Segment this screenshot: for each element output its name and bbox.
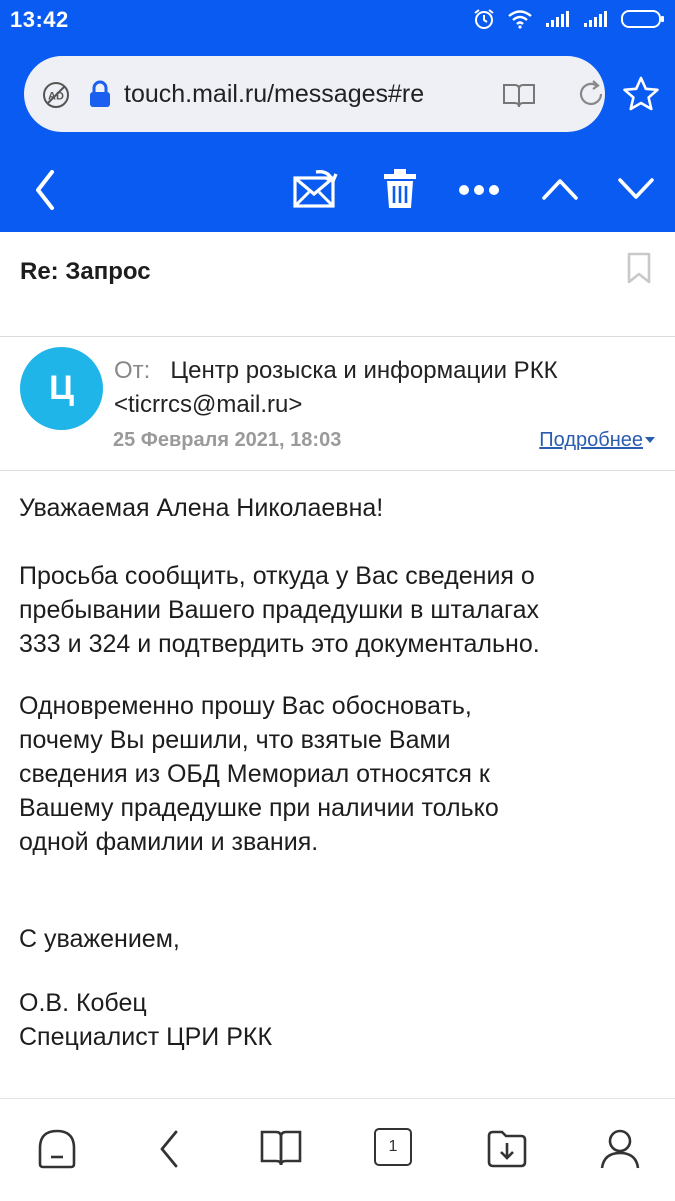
profile-icon[interactable] (598, 1128, 642, 1170)
from-label: От: (114, 357, 151, 384)
subject-row: Re: Запрос (0, 232, 675, 337)
address-bar[interactable]: AD touch.mail.ru/messages#re (24, 56, 605, 132)
signature-title: Специалист ЦРИ РКК (19, 1023, 273, 1051)
body-paragraph: Одновременно прошу Вас обосновать, почем… (19, 692, 499, 856)
signature-name: О.В. Кобец (19, 989, 147, 1017)
chevron-down-icon[interactable] (645, 437, 655, 443)
message-subject: Re: Запрос (20, 258, 151, 285)
lock-icon (90, 80, 110, 107)
next-icon[interactable] (616, 176, 656, 202)
body-closing: С уважением, (19, 925, 180, 953)
alarm-icon (474, 9, 494, 29)
more-icon[interactable] (458, 184, 500, 196)
reload-icon[interactable] (576, 79, 606, 109)
move-to-spam-icon[interactable] (292, 168, 340, 210)
previous-icon[interactable] (540, 176, 580, 202)
bookmarks-icon[interactable] (260, 1128, 302, 1168)
avatar: Ц (20, 347, 103, 430)
url-text[interactable]: touch.mail.ru/messages#re (124, 80, 469, 109)
body-greeting: Уважаемая Алена Николаевна! (19, 494, 384, 522)
bottom-nav (0, 1098, 675, 1201)
signal-icon (584, 11, 607, 27)
bookmark-icon[interactable] (626, 252, 652, 284)
downloads-icon[interactable] (486, 1128, 528, 1168)
tab-count: 1 (388, 1138, 398, 1155)
tabs-icon[interactable]: 1 (374, 1128, 412, 1166)
from-line[interactable]: От: Центр розыска и информации РКК <ticr… (114, 354, 659, 422)
trash-icon[interactable] (382, 168, 418, 210)
status-time: 13:42 (10, 7, 69, 32)
reader-mode-icon[interactable] (502, 81, 536, 109)
back-icon[interactable] (154, 1128, 184, 1170)
star-icon[interactable] (622, 76, 660, 112)
wifi-icon (508, 10, 532, 29)
home-icon[interactable] (36, 1128, 78, 1170)
sender-email: <ticrrcs@mail.ru> (114, 391, 303, 418)
back-icon[interactable] (30, 168, 60, 212)
adblock-icon[interactable]: AD (41, 80, 71, 110)
body-paragraph: Просьба сообщить, откуда у Вас сведения … (19, 562, 540, 658)
message-date: 25 Февраля 2021, 18:03 (113, 429, 342, 451)
battery-icon (621, 10, 664, 28)
status-bar: 13:42 (0, 0, 675, 40)
signal-icon (546, 11, 569, 27)
details-link[interactable]: Подробнее (539, 429, 643, 452)
sender-name: Центр розыска и информации РКК (170, 357, 558, 384)
